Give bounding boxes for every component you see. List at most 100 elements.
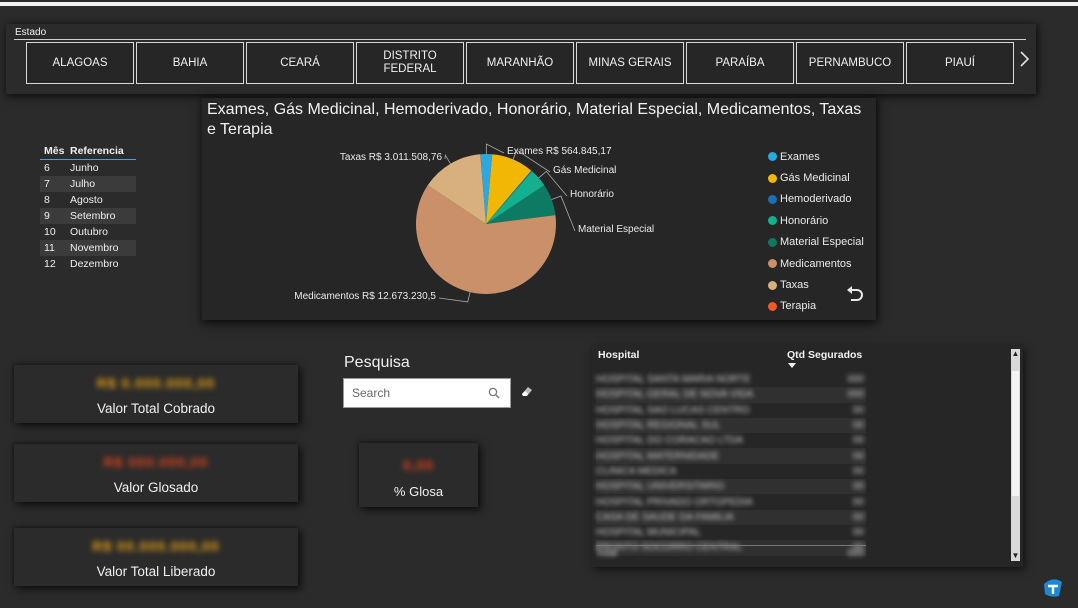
estado-item-piaui[interactable]: PIAUÍ — [906, 42, 1014, 84]
mes-table-header: Mês Referencia — [40, 142, 136, 160]
qtd-segurados-cell: 00 — [852, 404, 864, 416]
legend-dot-icon — [768, 152, 777, 162]
qtd-segurados-cell: 00 — [852, 465, 864, 477]
drill-up-icon[interactable] — [844, 284, 864, 304]
legend-item[interactable]: Hemoderivado — [768, 189, 864, 210]
mes-cell: 8 — [44, 194, 50, 206]
legend-item[interactable]: Exames — [768, 146, 864, 167]
legend-label: Exames — [780, 150, 820, 163]
pie-data-label: Honorário — [570, 189, 614, 200]
referencia-cell: Novembro — [70, 242, 119, 254]
legend-item[interactable]: Gás Medicinal — [768, 167, 864, 188]
mes-row[interactable]: 6 Junho — [40, 160, 136, 176]
estado-item-alagoas[interactable]: ALAGOAS — [26, 42, 134, 84]
table-row[interactable]: HOSPITAL MATERNIDADE 00 — [596, 448, 866, 464]
referencia-cell: Julho — [70, 178, 96, 190]
pie-leader-line — [485, 143, 505, 155]
legend-label: Terapia — [780, 300, 817, 313]
table-row[interactable]: HOSPITAL REGIONAL SUL 00 — [596, 417, 866, 434]
mes-row[interactable]: 7 Julho — [40, 176, 136, 192]
hospital-name-cell: HOSPITAL REGIONAL SUL — [596, 420, 721, 432]
legend-item[interactable]: Medicamentos — [768, 253, 864, 274]
referencia-cell: Dezembro — [70, 258, 119, 270]
pie-data-label: Material Especial — [578, 224, 654, 235]
valor-total-liberado-value: R$ 00.000.000,00 — [92, 538, 220, 554]
scroll-thumb[interactable] — [1012, 371, 1019, 496]
pie-data-label: Gás Medicinal — [553, 165, 616, 176]
mes-row[interactable]: 8 Agosto — [40, 192, 136, 208]
mes-row[interactable]: 12 Dezembro — [40, 256, 136, 272]
hospital-rows: HOSPITAL SANTA MARIA NORTE 000 HOSPITAL GE… — [596, 372, 866, 556]
table-row[interactable]: HOSPITAL SAO LUCAS CENTRO 00 — [596, 403, 866, 418]
valor-glosado-label: Valor Glosado — [113, 480, 199, 495]
brand-logo-icon — [1044, 579, 1062, 597]
qtd-segurados-cell: 00 — [852, 420, 864, 432]
legend-item[interactable]: Honorário — [768, 210, 864, 231]
legend-dot-icon — [768, 173, 777, 183]
search-input[interactable] — [352, 386, 492, 400]
search-icon[interactable] — [488, 387, 500, 399]
estado-item-bahia[interactable]: BAHIA — [136, 42, 244, 84]
table-row[interactable]: CASA DE SAUDE DA FAMILIA 00 — [596, 509, 866, 525]
qtd-segurados-cell: 00 — [852, 496, 864, 508]
hospital-total-row: Total 000 — [596, 545, 866, 561]
valor-total-cobrado-card: R$ 0.000.000,00 Valor Total Cobrado — [14, 365, 298, 423]
hospital-name-cell: HOSPITAL SANTA MARIA NORTE — [596, 374, 751, 386]
legend-dot-icon — [768, 194, 777, 204]
legend-dot-icon — [768, 216, 777, 226]
table-row[interactable]: HOSPITAL GERAL DE NOVA VIDA 000 — [596, 387, 866, 403]
hospital-table: Hospital Qtd Segurados HOSPITAL SANTA MA… — [592, 345, 1023, 567]
qtd-segurados-cell: 00 — [852, 450, 864, 462]
pie-leader-line — [444, 153, 451, 164]
mes-cell: 10 — [44, 226, 56, 238]
legend-dot-icon — [768, 237, 777, 247]
estado-item-pernambuco[interactable]: PERNAMBUCO — [796, 42, 904, 84]
mes-cell: 6 — [44, 162, 50, 174]
table-row[interactable]: HOSPITAL PRIVADO ORTOPEDIA 00 — [596, 494, 866, 509]
pie-data-label: Medicamentos R$ 12.673.230,5 — [294, 291, 436, 302]
vertical-scrollbar[interactable]: ▲ ▼ — [1011, 349, 1020, 561]
valor-total-cobrado-label: Valor Total Cobrado — [96, 401, 216, 416]
mes-cell: 9 — [44, 210, 50, 222]
mes-cell: 7 — [44, 178, 50, 190]
estado-divider — [14, 39, 1026, 40]
scroll-up-icon[interactable]: ▲ — [1011, 349, 1020, 359]
referencia-cell: Agosto — [70, 194, 103, 206]
hospital-name-cell: HOSPITAL MATERNIDADE — [596, 450, 720, 462]
estado-item-minas-gerais[interactable]: MINAS GERAIS — [576, 42, 684, 84]
mes-row[interactable]: 9 Setembro — [40, 208, 136, 224]
scroll-down-icon[interactable]: ▼ — [1011, 551, 1020, 561]
referencia-cell: Junho — [70, 162, 99, 174]
percent-glosa-value: 0,00 — [402, 457, 435, 473]
qtd-segurados-header[interactable]: Qtd Segurados — [787, 349, 862, 361]
legend-dot-icon — [768, 259, 777, 269]
eraser-icon[interactable] — [520, 385, 534, 397]
table-row[interactable]: HOSPITAL SANTA MARIA NORTE 000 — [596, 372, 866, 387]
referencia-header[interactable]: Referencia — [70, 145, 136, 157]
hospital-name-cell: HOSPITAL PRIVADO ORTOPEDIA — [596, 496, 753, 508]
mes-table: Mês Referencia 6 Junho 7 Julho 8 Agosto 9 Setem… — [40, 142, 136, 272]
legend-label: Taxas — [780, 279, 809, 292]
legend-item[interactable]: Material Especial — [768, 232, 864, 253]
table-row[interactable]: HOSPITAL DO CORACAO LTDA 00 — [596, 433, 866, 448]
top-border — [0, 2, 1078, 6]
table-row[interactable]: HOSPITAL UNIVERSITARIO 00 — [596, 479, 866, 495]
mes-header[interactable]: Mês — [40, 145, 70, 157]
hospital-name-cell: CLINICA MEDICA — [596, 465, 677, 477]
estado-item-maranhao[interactable]: MARANHÃO — [466, 42, 574, 84]
hospital-header[interactable]: Hospital — [598, 349, 639, 361]
qtd-segurados-cell: 00 — [852, 511, 864, 523]
qtd-segurados-cell: 00 — [852, 435, 864, 447]
estado-item-ceara[interactable]: CEARÁ — [246, 42, 354, 84]
percent-glosa-card: 0,00 % Glosa — [359, 443, 478, 507]
estado-item-paraiba[interactable]: PARAÍBA — [686, 42, 794, 84]
valor-total-liberado-card: R$ 00.000.000,00 Valor Total Liberado — [14, 528, 298, 586]
mes-row[interactable]: 11 Novembro — [40, 240, 136, 256]
table-row[interactable]: HOSPITAL MUNICIPAL 00 — [596, 525, 866, 540]
qtd-segurados-cell: 000 — [847, 389, 864, 401]
chevron-right-icon[interactable] — [1019, 50, 1031, 74]
estado-item-distrito-federal[interactable]: DISTRITO FEDERAL — [356, 42, 464, 84]
hospital-name-cell: HOSPITAL UNIVERSITARIO — [596, 481, 725, 493]
mes-row[interactable]: 10 Outubro — [40, 224, 136, 240]
table-row[interactable]: CLINICA MEDICA 00 — [596, 464, 866, 479]
